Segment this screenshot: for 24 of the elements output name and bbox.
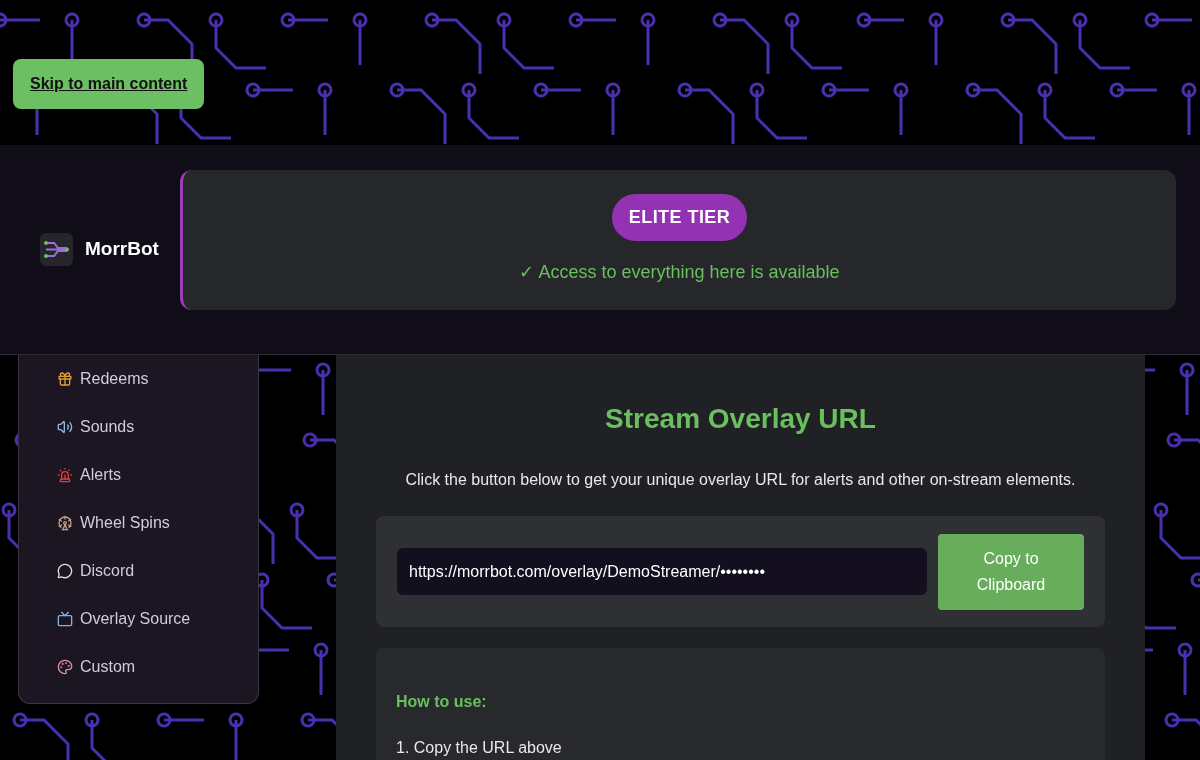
gift-icon — [57, 371, 73, 387]
speaker-icon — [57, 419, 73, 435]
sidebar-item[interactable]: Alerts — [57, 451, 258, 499]
speech-bubble-icon — [57, 563, 73, 579]
tier-badge: ELITE TIER — [611, 193, 748, 241]
sidebar-item[interactable]: Overlay Source — [57, 595, 258, 643]
sidebar-item[interactable]: Sounds — [57, 403, 258, 451]
access-message: ✓ Access to everything here is available — [519, 260, 840, 284]
siren-icon — [57, 467, 73, 483]
skip-link[interactable]: Skip to main content — [13, 59, 205, 109]
sidebar-item[interactable]: Redeems — [57, 355, 258, 403]
how-to-heading: How to use: — [396, 692, 488, 712]
url-field[interactable]: https://morrbot.com/overlay/DemoStreamer/•••••••• — [397, 548, 927, 595]
how-to-step: 1. Copy the URL above — [396, 736, 1085, 760]
tv-icon — [57, 611, 73, 627]
palette-icon — [57, 659, 73, 675]
logo-icon — [40, 233, 73, 266]
page-title: Stream Overlay URL — [605, 402, 876, 436]
description-text: Click the button below to get your unique overlay URL for alerts and other on-stream elements. — [405, 470, 1076, 490]
brand-name: MorrBot — [85, 237, 159, 262]
sidebar-item[interactable]: Custom — [57, 643, 258, 691]
sidebar-item[interactable]: Discord — [57, 547, 258, 595]
sidebar-item[interactable]: Wheel Spins — [57, 499, 258, 547]
wheel-icon — [57, 515, 73, 531]
